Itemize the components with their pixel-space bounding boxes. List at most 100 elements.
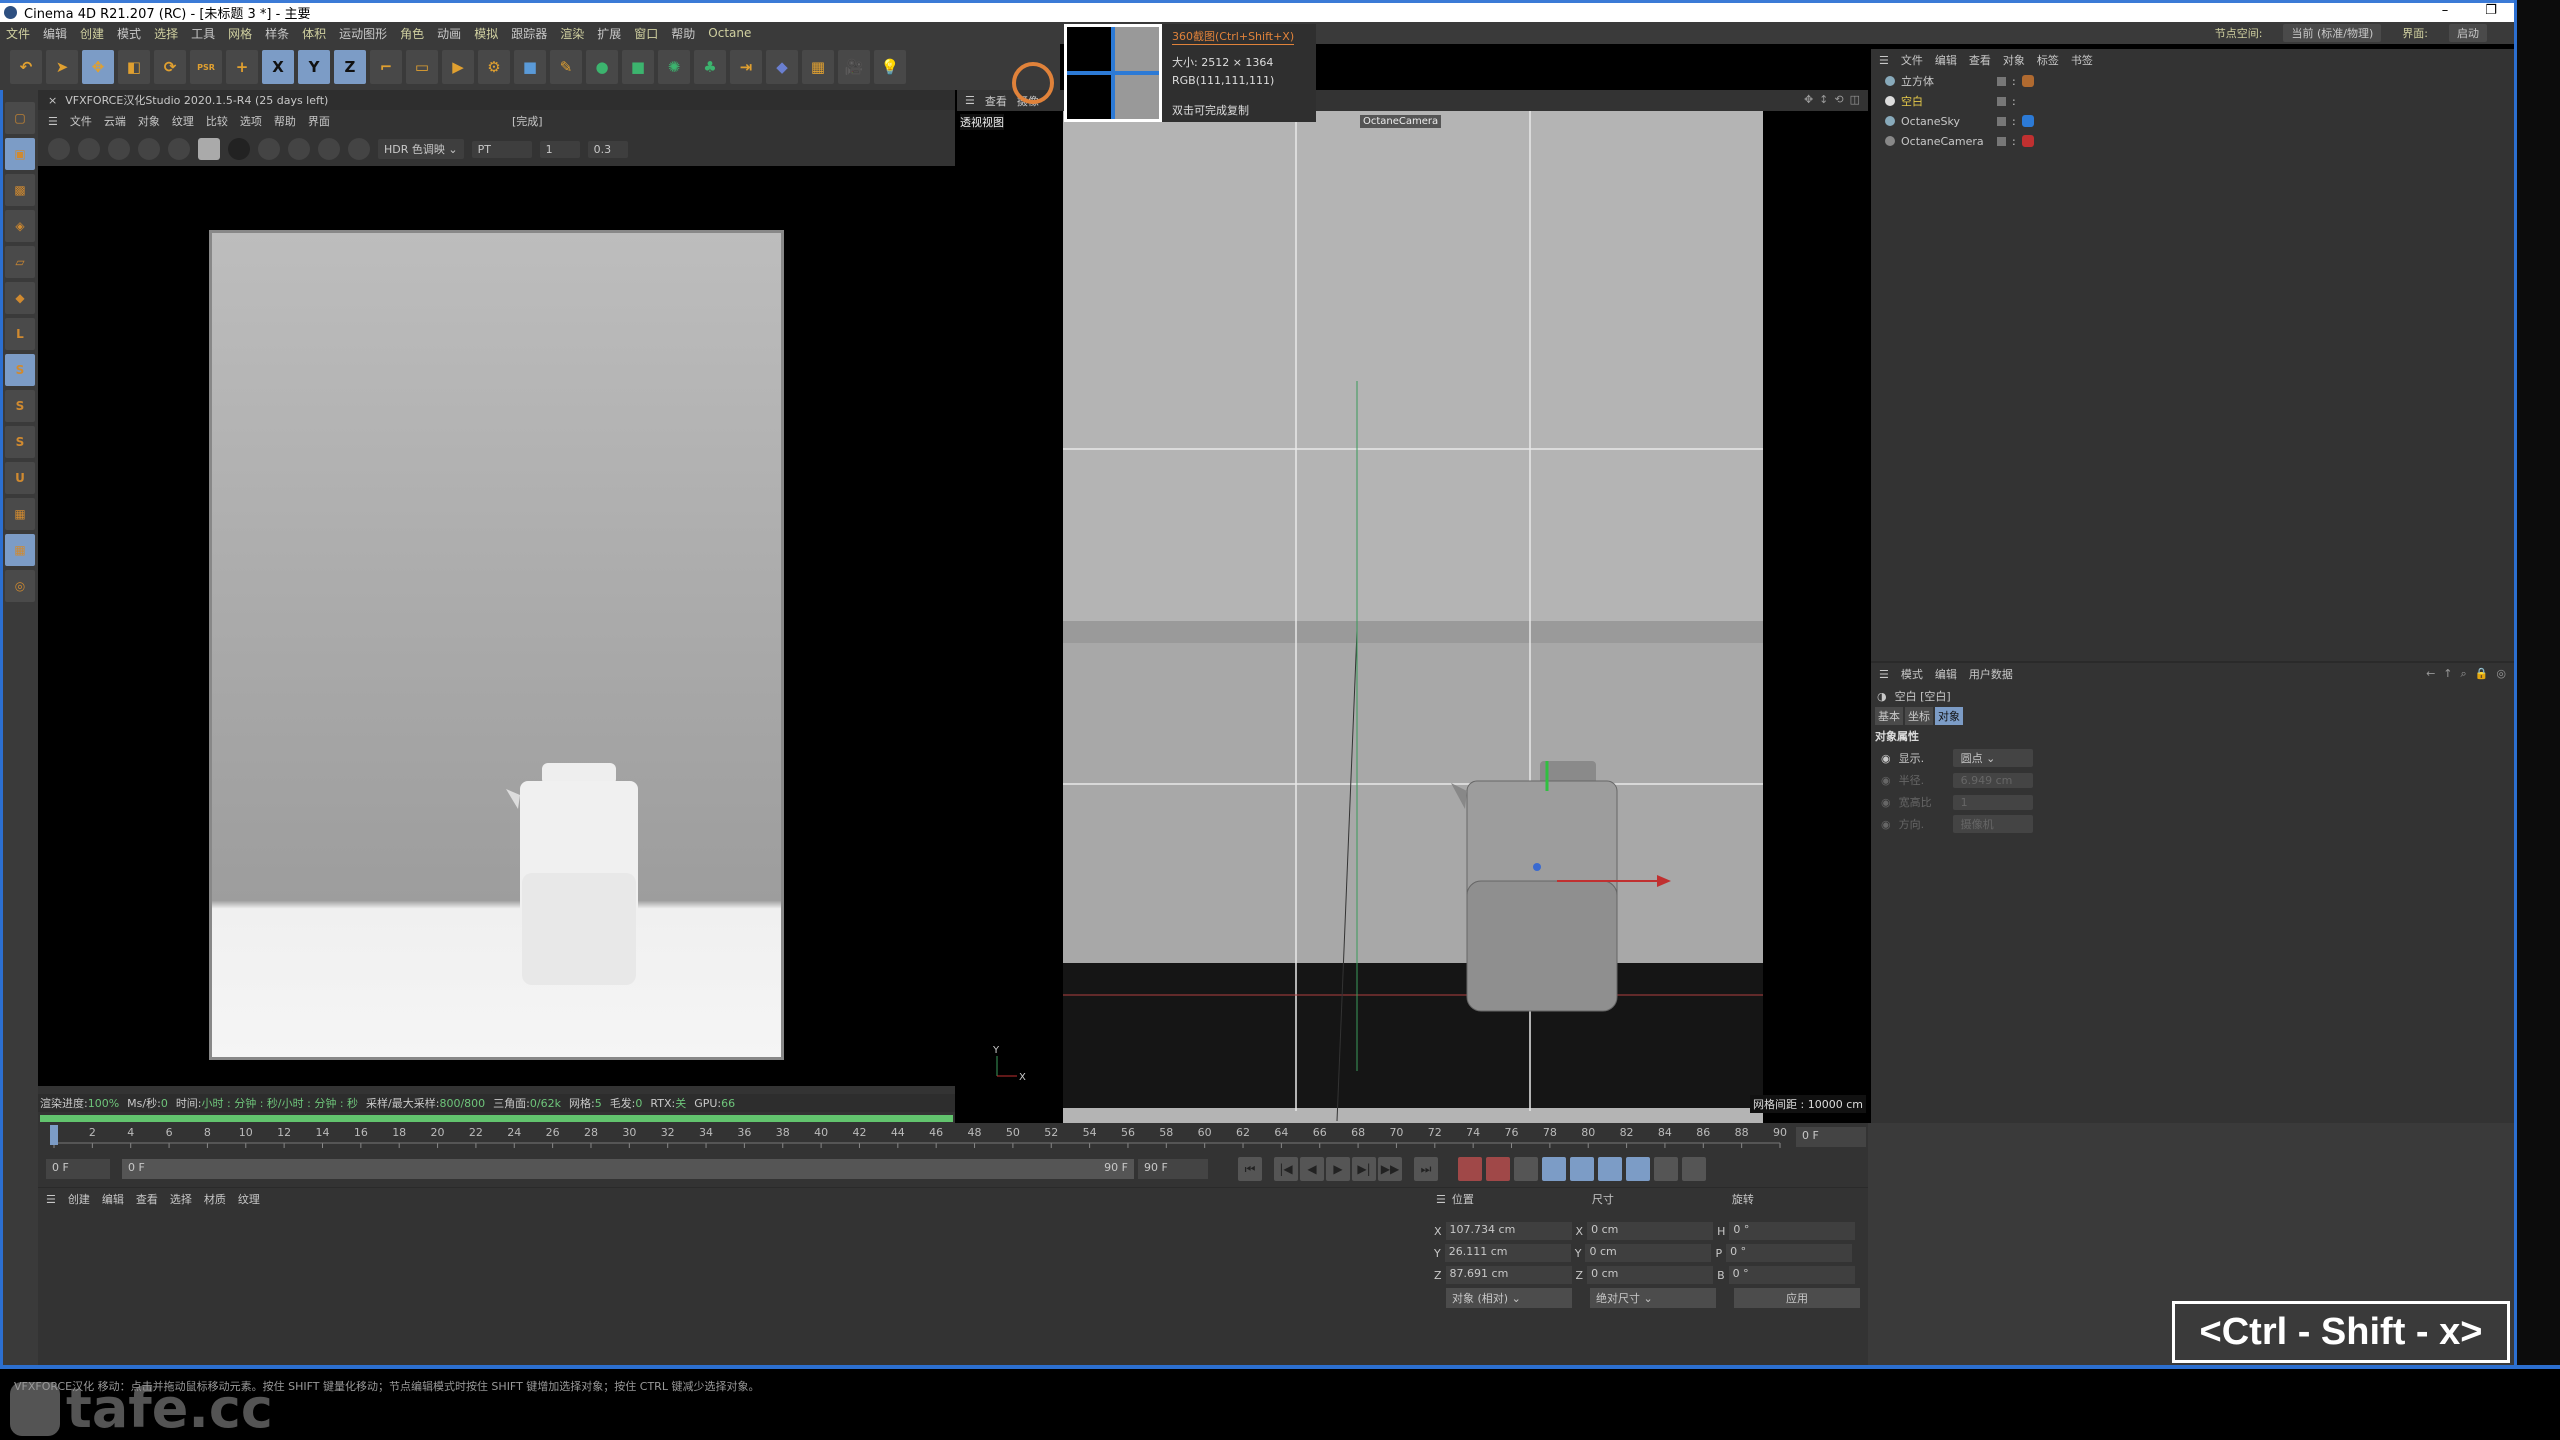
go-end-button[interactable]: ⏭	[1414, 1157, 1438, 1181]
value1-field[interactable]: 1	[539, 140, 580, 158]
size-mode-select[interactable]: 绝对尺寸 ⌄	[1590, 1288, 1716, 1308]
object-name[interactable]: 立方体	[1901, 73, 1991, 89]
hamburger-icon[interactable]: ☰	[46, 1193, 56, 1206]
field-icon[interactable]: ♣	[694, 50, 726, 84]
menu-item-16[interactable]: 窗口	[634, 25, 658, 42]
menu-item-0[interactable]: 文件	[6, 25, 30, 42]
object-mode-icon[interactable]: ▣	[5, 138, 35, 170]
model-mode-icon[interactable]: ▢	[5, 102, 35, 134]
menu-item-5[interactable]: 工具	[191, 25, 215, 42]
object-row[interactable]: 立方体:	[1871, 71, 2514, 91]
menu-item-7[interactable]: 样条	[265, 25, 289, 42]
rot-field[interactable]: 0 °	[1726, 1244, 1853, 1262]
rot-field[interactable]: 0 °	[1729, 1222, 1856, 1240]
rot-field[interactable]: 0 °	[1728, 1266, 1855, 1284]
render-canvas[interactable]: MainNoise	[38, 166, 955, 1165]
cloner-icon[interactable]: ■	[622, 50, 654, 84]
close-tab-button[interactable]: ×	[48, 94, 57, 107]
menu-item-15[interactable]: 扩展	[597, 25, 621, 42]
psr-icon[interactable]: PSR	[190, 50, 222, 84]
attribute-menu-item-1[interactable]: 编辑	[1935, 666, 1957, 682]
material-menu-item-3[interactable]: 选择	[170, 1191, 192, 1207]
coordinate-system-icon[interactable]: ⌐	[370, 50, 402, 84]
pos-field[interactable]: 87.691 cm	[1445, 1266, 1572, 1284]
material-menu-item-4[interactable]: 材质	[204, 1191, 226, 1207]
size-field[interactable]: 0 cm	[1585, 1244, 1712, 1262]
up-arrow-icon[interactable]: ↑	[2443, 667, 2452, 681]
subdivision-icon[interactable]: ●	[586, 50, 618, 84]
live-selection-icon[interactable]: ➤	[46, 50, 78, 84]
region-icon[interactable]	[258, 138, 280, 160]
hamburger-icon[interactable]: ☰	[1879, 54, 1889, 67]
polygons-mode-icon[interactable]: ◆	[5, 282, 35, 314]
hamburger-icon[interactable]: ☰	[965, 94, 975, 107]
render-view-icon[interactable]: ▭	[406, 50, 438, 84]
menu-item-11[interactable]: 动画	[437, 25, 461, 42]
object-row[interactable]: OctaneSky:	[1871, 111, 2514, 131]
menu-item-6[interactable]: 网格	[228, 25, 252, 42]
move-key-icon[interactable]	[1542, 1157, 1566, 1181]
frame-range-slider[interactable]: 0 F 90 F	[122, 1159, 1134, 1179]
cube-icon[interactable]: ■	[514, 50, 546, 84]
attribute-tab[interactable]: 对象	[1935, 707, 1963, 725]
radio-icon[interactable]: ◉	[1881, 818, 1891, 831]
object-name[interactable]: OctaneCamera	[1901, 135, 1991, 148]
tag-icon[interactable]	[2021, 75, 2034, 87]
pan-icon[interactable]: ✥	[1804, 93, 1813, 106]
record-icon[interactable]	[1458, 1157, 1482, 1181]
camera-icon[interactable]: 🎥	[838, 50, 870, 84]
size-field[interactable]: 0 cm	[1587, 1222, 1714, 1240]
z-axis-icon[interactable]: Z	[334, 50, 366, 84]
scale-key-icon[interactable]	[1570, 1157, 1594, 1181]
keyframe-settings-icon[interactable]	[1514, 1157, 1538, 1181]
orbit-icon[interactable]: ⟲	[1834, 93, 1843, 106]
value2-field[interactable]: 0.3	[587, 140, 628, 158]
snap-mode-icon[interactable]: S	[5, 426, 35, 458]
visibility-toggle[interactable]	[1997, 96, 2006, 106]
menu-item-9[interactable]: 运动图形	[339, 25, 387, 42]
pos-field[interactable]: 107.734 cm	[1445, 1222, 1572, 1240]
render-dots-icon[interactable]: :	[2012, 75, 2016, 88]
viewport-menu-view[interactable]: 查看	[985, 93, 1007, 109]
menu-item-18[interactable]: Octane	[708, 26, 751, 40]
menu-item-10[interactable]: 角色	[400, 25, 424, 42]
snap-icon[interactable]: S	[5, 354, 35, 386]
play-button[interactable]: ▶	[1326, 1157, 1350, 1181]
radio-icon[interactable]: ◉	[1881, 752, 1891, 765]
film-icon[interactable]	[318, 138, 340, 160]
magnet-icon[interactable]: U	[5, 462, 35, 494]
render-menu-item-3[interactable]: 纹理	[172, 113, 194, 129]
deformer-icon[interactable]: ✺	[658, 50, 690, 84]
target-icon[interactable]: ◎	[2496, 667, 2506, 681]
back-arrow-icon[interactable]: ←	[2426, 667, 2435, 681]
node-space-select[interactable]: 当前 (标准/物理)	[2283, 24, 2382, 42]
gear-icon[interactable]	[168, 138, 190, 160]
render-menu-item-2[interactable]: 对象	[138, 113, 160, 129]
next-frame-button[interactable]: ▶|	[1352, 1157, 1376, 1181]
prev-key-button[interactable]: |◀	[1274, 1157, 1298, 1181]
render-settings-icon[interactable]: ⚙	[478, 50, 510, 84]
attribute-tab[interactable]: 坐标	[1905, 707, 1933, 725]
object-name[interactable]: 空白	[1901, 93, 1991, 109]
render-menu-item-6[interactable]: 帮助	[274, 113, 296, 129]
next-key-button[interactable]: ▶▶	[1378, 1157, 1402, 1181]
menu-item-1[interactable]: 编辑	[43, 25, 67, 42]
object-menu-item-2[interactable]: 查看	[1969, 52, 1991, 68]
pause-icon[interactable]	[108, 138, 130, 160]
render-picture-viewer-icon[interactable]: ▶	[442, 50, 474, 84]
prev-frame-button[interactable]: ◀	[1300, 1157, 1324, 1181]
planar-workplane-icon[interactable]: ◎	[5, 570, 35, 602]
menu-item-12[interactable]: 模拟	[474, 25, 498, 42]
material-menu-item-5[interactable]: 纹理	[238, 1191, 260, 1207]
pos-field[interactable]: 26.111 cm	[1444, 1244, 1571, 1262]
y-axis-icon[interactable]: Y	[298, 50, 330, 84]
hamburger-icon[interactable]: ☰	[48, 115, 58, 128]
restore-button[interactable]: ❐	[2468, 0, 2514, 22]
size-field[interactable]: 0 cm	[1587, 1266, 1714, 1284]
light-icon[interactable]: 💡	[874, 50, 906, 84]
camera-label[interactable]: OctaneCamera	[1360, 115, 1442, 128]
go-start-button[interactable]: ⏮	[1238, 1157, 1262, 1181]
zoom-icon[interactable]: ↕	[1819, 93, 1828, 106]
attribute-menu-item-0[interactable]: 模式	[1901, 666, 1923, 682]
start-frame-field[interactable]: 0 F	[46, 1159, 110, 1179]
